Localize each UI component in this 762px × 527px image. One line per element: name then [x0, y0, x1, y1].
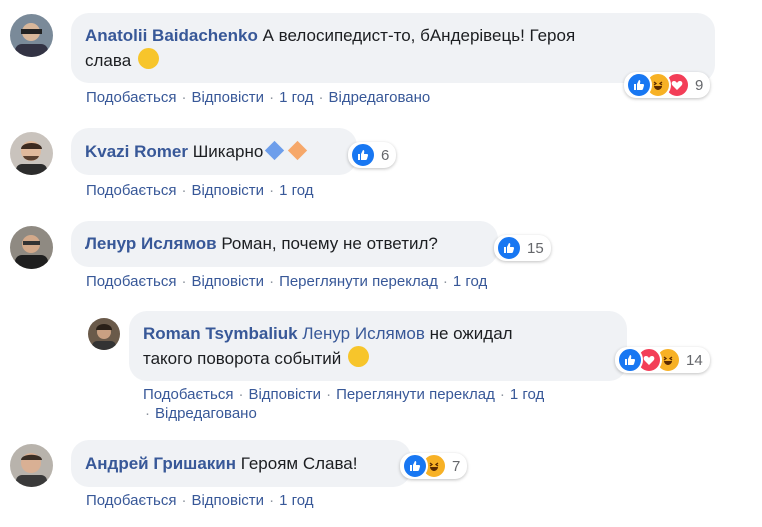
edited-link[interactable]: Відредаговано: [328, 89, 430, 106]
separator: ·: [145, 405, 150, 422]
separator: ·: [442, 273, 448, 290]
like-link[interactable]: Подобається: [86, 182, 176, 199]
timestamp[interactable]: 1 год: [510, 386, 544, 403]
comment-author[interactable]: Андрей Гришакин: [85, 454, 236, 473]
comment-actions: Подобається · Відповісти · 1 год: [86, 182, 313, 199]
comment-bubble: Anatolii Baidachenko А велосипедист-то, …: [71, 13, 715, 83]
comment-actions: Подобається · Відповісти · 1 год · Відредагова…: [86, 89, 430, 106]
mention-link[interactable]: Ленур Ислямов: [302, 324, 425, 343]
separator: ·: [326, 386, 332, 403]
reactions-count: 9: [695, 76, 704, 94]
reactions-summary[interactable]: 6: [348, 142, 397, 168]
avatar[interactable]: [10, 14, 53, 57]
comment-author[interactable]: Anatolii Baidachenko: [85, 26, 258, 45]
reactions-summary[interactable]: 15: [494, 235, 551, 261]
separator: ·: [318, 89, 324, 106]
separator: ·: [269, 273, 275, 290]
avatar[interactable]: [88, 318, 120, 350]
comment-text: не ожидал: [424, 324, 513, 343]
separator: ·: [181, 273, 187, 290]
timestamp[interactable]: 1 год: [279, 182, 313, 199]
reply-link[interactable]: Відповісти: [191, 273, 264, 290]
comment-text: слава: [85, 51, 132, 70]
comment-text: такого поворота событий: [143, 349, 342, 368]
reactions-summary[interactable]: 9: [624, 72, 711, 98]
comment-bubble: Ленур Ислямов Роман, почему не ответил?: [71, 221, 498, 267]
avatar[interactable]: [10, 226, 53, 269]
separator: ·: [269, 492, 275, 509]
like-link[interactable]: Подобається: [143, 386, 233, 403]
like-link[interactable]: Подобається: [86, 89, 176, 106]
timestamp[interactable]: 1 год: [279, 492, 313, 509]
translate-link[interactable]: Переглянути переклад: [279, 273, 438, 290]
comment-text: А велосипедист-то, бАндерівець! Героя: [262, 26, 576, 45]
like-reaction-icon: [350, 142, 376, 168]
like-link[interactable]: Подобається: [86, 273, 176, 290]
comment-actions: Подобається · Відповісти · Переглянути перек…: [143, 386, 544, 403]
avatar[interactable]: [10, 132, 53, 175]
reactions-count: 15: [527, 239, 544, 257]
blue-diamond-emoji-icon: [265, 140, 285, 161]
reply-link[interactable]: Відповісти: [191, 492, 264, 509]
reactions-summary[interactable]: 14: [615, 347, 710, 373]
smile-emoji-icon: [137, 48, 159, 69]
reactions-count: 7: [452, 457, 461, 475]
comment-bubble: Roman Tsymbaliuk Ленур Ислямов не ожидал…: [129, 311, 627, 381]
separator: ·: [181, 182, 187, 199]
separator: ·: [181, 89, 187, 106]
comment-actions: Подобається · Відповісти · 1 год: [86, 492, 313, 509]
separator: ·: [269, 89, 275, 106]
like-reaction-icon: [402, 453, 428, 479]
comment-actions-line2: · Відредаговано: [143, 405, 257, 422]
reactions-count: 14: [686, 351, 703, 369]
like-reaction-icon: [626, 72, 652, 98]
reply-link[interactable]: Відповісти: [248, 386, 321, 403]
comment-actions: Подобається · Відповісти · Переглянути перек…: [86, 273, 487, 290]
comment-text: Шикарно: [192, 142, 264, 161]
orange-diamond-emoji-icon: [288, 140, 308, 161]
comment-author[interactable]: Kvazi Romer: [85, 142, 188, 161]
reply-link[interactable]: Відповісти: [191, 89, 264, 106]
edited-link[interactable]: Відредаговано: [155, 405, 257, 422]
like-reaction-icon: [496, 235, 522, 261]
comment-text: Роман, почему не ответил?: [221, 234, 438, 253]
separator: ·: [269, 182, 275, 199]
comment-author[interactable]: Ленур Ислямов: [85, 234, 217, 253]
separator: ·: [499, 386, 505, 403]
reactions-summary[interactable]: 7: [400, 453, 468, 479]
comment-bubble: Андрей Гришакин Героям Слава!: [71, 440, 411, 487]
smile-emoji-icon: [348, 346, 370, 367]
like-link[interactable]: Подобається: [86, 492, 176, 509]
translate-link[interactable]: Переглянути переклад: [336, 386, 495, 403]
separator: ·: [238, 386, 244, 403]
avatar[interactable]: [10, 444, 53, 487]
like-reaction-icon: [617, 347, 643, 373]
timestamp[interactable]: 1 год: [453, 273, 487, 290]
reply-link[interactable]: Відповісти: [191, 182, 264, 199]
separator: ·: [181, 492, 187, 509]
comment-text: Героям Слава!: [240, 454, 358, 473]
timestamp[interactable]: 1 год: [279, 89, 313, 106]
reactions-count: 6: [381, 146, 390, 164]
comment-author[interactable]: Roman Tsymbaliuk: [143, 324, 298, 343]
comment-bubble: Kvazi Romer Шикарно: [71, 128, 357, 175]
